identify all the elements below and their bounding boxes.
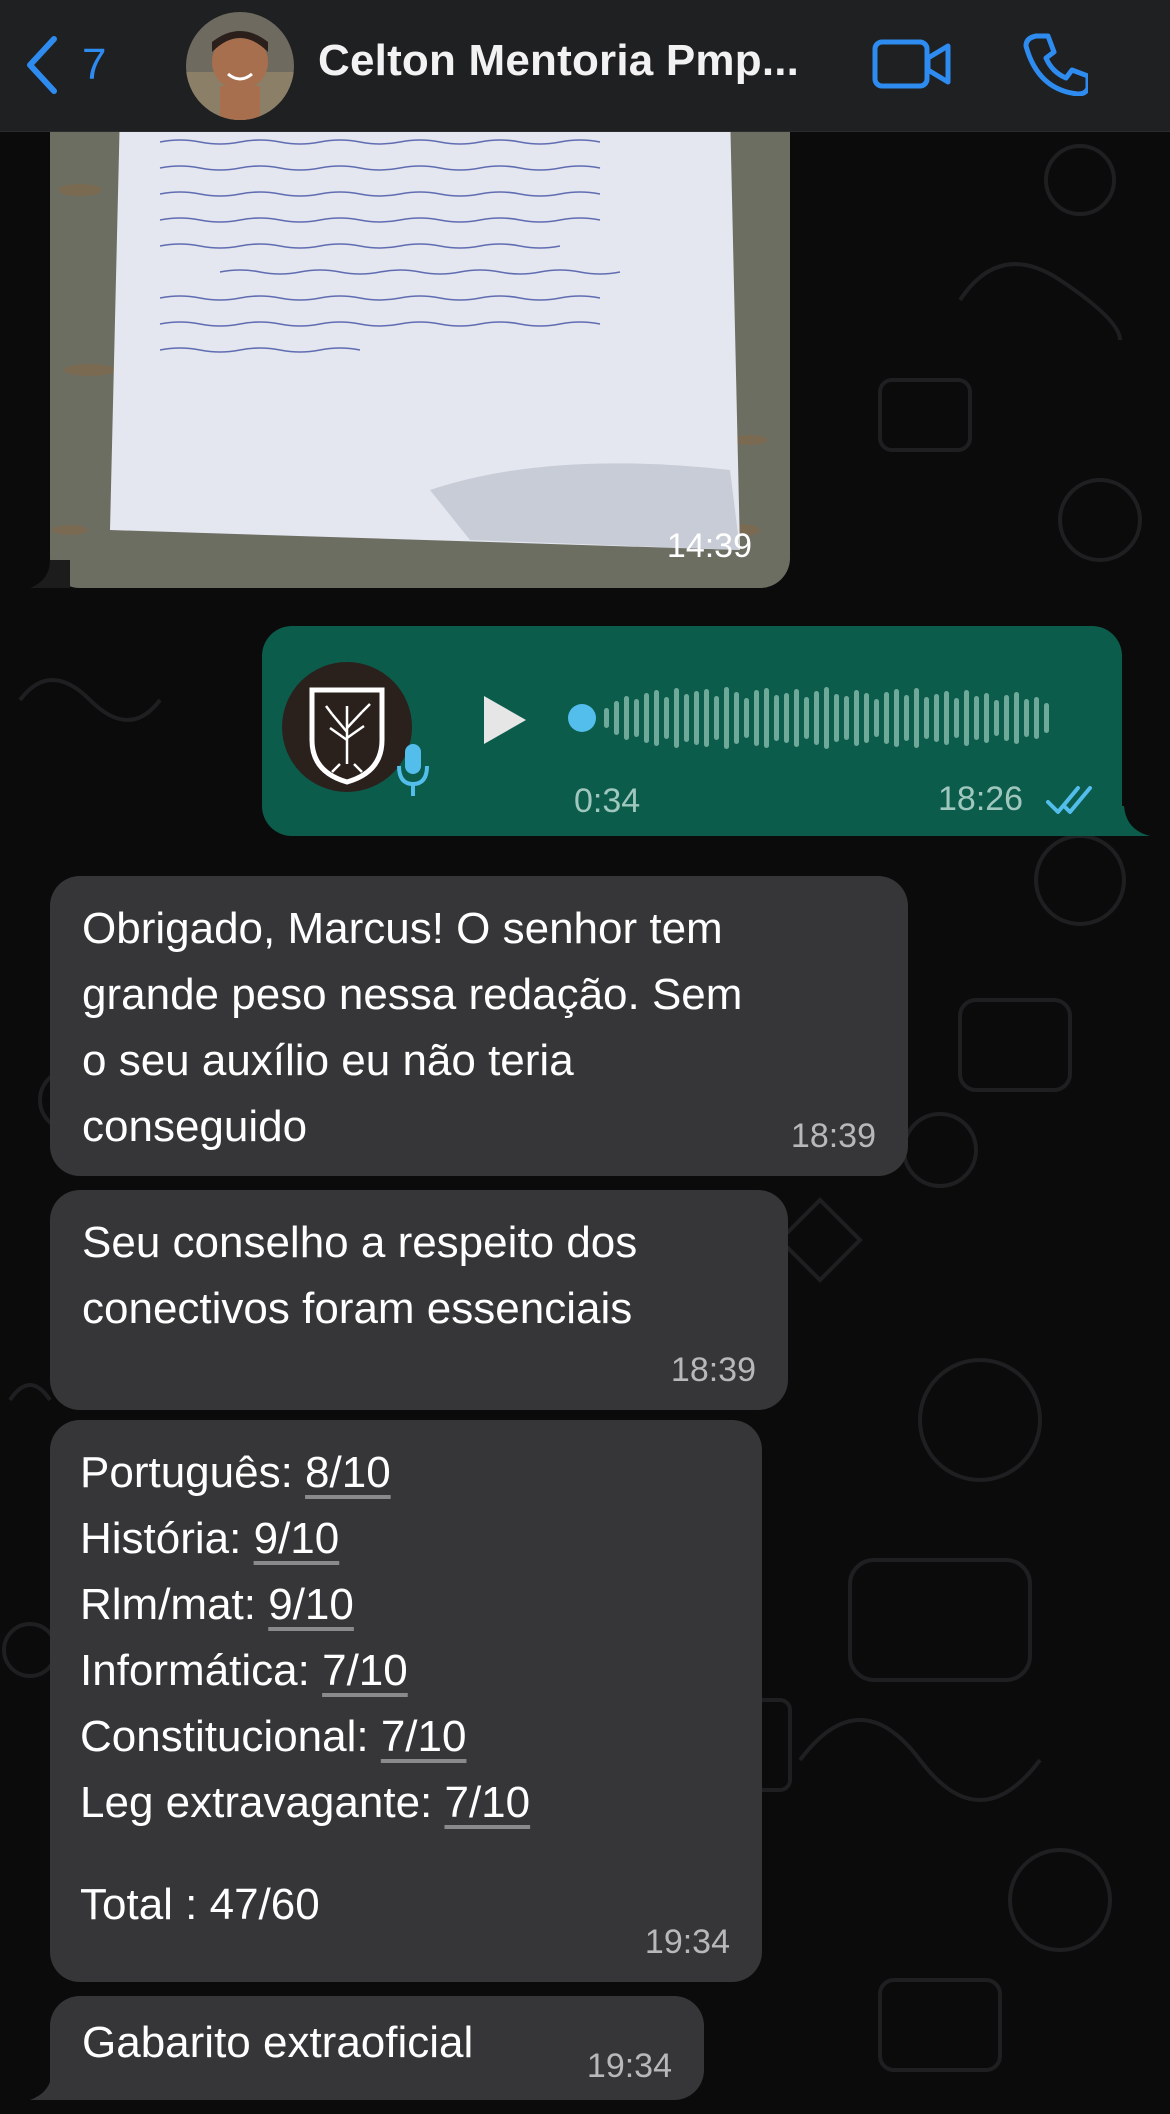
waveform-bar [804,697,809,739]
waveform-bar [854,690,859,746]
score-value[interactable]: 7/10 [444,1778,530,1827]
waveform-bar [924,697,929,739]
message-text: Obrigado, Marcus! O senhor tem grande pe… [82,904,743,1151]
score-value[interactable]: 9/10 [268,1580,354,1629]
message-time: 19:34 [586,2047,672,2085]
waveform-bar [814,691,819,745]
waveform-bar [674,688,679,748]
waveform-bar [764,688,769,748]
video-call-icon[interactable] [872,34,952,94]
chat-header: 7 Celton Mentoria Pmp... [0,0,1170,132]
text-message[interactable]: Seu conselho a respeito dos conectivos f… [50,1190,788,1410]
handwritten-essay-photo [50,110,790,588]
sender-avatar [282,662,412,792]
back-button[interactable]: 7 [22,30,132,100]
text-message[interactable]: Gabarito extraoficial 19:34 [50,1996,704,2100]
waveform-bar [844,696,849,740]
waveform-bar [904,695,909,741]
waveform-bar [744,698,749,738]
score-line: História: 9/10 [80,1506,530,1572]
message-text: Gabarito extraoficial [82,2018,474,2067]
waveform-bar [694,691,699,745]
read-receipt-icon [1046,786,1092,814]
waveform-bar [1044,703,1049,733]
score-value[interactable]: 9/10 [254,1514,340,1563]
score-line: Leg extravagante: 7/10 [80,1770,530,1836]
message-time: 18:39 [670,1351,756,1389]
score-subject: História: [80,1514,254,1563]
score-subject: Informática: [80,1646,323,1695]
voice-message[interactable]: 0:34 18:26 [262,626,1122,836]
message-time: 14:39 [666,527,752,565]
contact-avatar[interactable] [186,12,294,120]
waveform-bar [704,689,709,747]
score-subject: Leg extravagante: [80,1778,445,1827]
score-line: Constitucional: 7/10 [80,1704,530,1770]
bubble-tail [30,560,70,588]
score-value[interactable]: 8/10 [305,1448,391,1497]
bubble-tail [30,2070,70,2100]
score-line: Português: 8/10 [80,1440,530,1506]
waveform-bar [944,691,949,745]
play-icon[interactable] [480,692,530,748]
waveform-bar [934,694,939,742]
score-subject: Português: [80,1448,306,1497]
waveform-bar [774,695,779,741]
waveform-bar [604,708,609,728]
score-line: Rlm/mat: 9/10 [80,1572,530,1638]
score-list: Português: 8/10 História: 9/10 Rlm/mat: 9/… [80,1440,530,1836]
waveform-bar [864,693,869,743]
chat-title[interactable]: Celton Mentoria Pmp... [318,36,799,86]
waveform-bar [714,696,719,740]
waveform-bar [1024,699,1029,737]
waveform-bar [614,701,619,735]
unread-count: 7 [82,40,107,89]
chevron-left-icon [27,36,57,94]
waveform-bar [724,687,729,749]
waveform-bar [754,690,759,746]
waveform-bar [914,688,919,748]
waveform-bar [734,692,739,744]
score-subject: Rlm/mat: [80,1580,269,1629]
waveform-bar [994,700,999,736]
message-time: 18:26 [938,780,1024,818]
scores-message[interactable]: Português: 8/10 História: 9/10 Rlm/mat: 9/… [50,1420,762,1982]
playhead-dot [568,704,596,732]
waveform-bar [784,693,789,743]
waveform-bar [834,694,839,742]
waveform-bar [664,697,669,739]
waveform-bar [954,698,959,738]
waveform-bar [654,690,659,746]
score-value[interactable]: 7/10 [322,1646,408,1695]
photo-message[interactable]: 14:39 [50,110,790,588]
microphone-icon [397,744,429,796]
score-subject: Constitucional: [80,1712,381,1761]
waveform-bar [794,689,799,747]
message-text: Seu conselho a respeito dos conectivos f… [82,1218,638,1333]
waveform-bar [684,694,689,742]
waveform-bar [974,696,979,740]
message-time: 18:39 [790,1117,876,1155]
waveform-bar [964,690,969,746]
audio-waveform[interactable] [568,678,1068,758]
phone-call-icon[interactable] [1022,30,1088,96]
waveform-bar [874,699,879,737]
waveform-bar [824,687,829,749]
waveform-bar [1014,692,1019,744]
waveform-bar [644,693,649,743]
score-value[interactable]: 7/10 [381,1712,467,1761]
waveform-bar [894,689,899,747]
waveform-bar [1034,697,1039,739]
message-time: 19:34 [644,1923,730,1961]
waveform-bar [1004,695,1009,741]
score-total: Total : 47/60 [80,1880,320,1929]
bubble-tail [1110,806,1150,836]
waveform-bar [624,696,629,740]
voice-duration: 0:34 [574,782,641,820]
score-line: Informática: 7/10 [80,1638,530,1704]
waveform-bar [634,699,639,737]
text-message[interactable]: Obrigado, Marcus! O senhor tem grande pe… [50,876,908,1176]
waveform-bar [884,692,889,744]
waveform-bar [984,693,989,743]
